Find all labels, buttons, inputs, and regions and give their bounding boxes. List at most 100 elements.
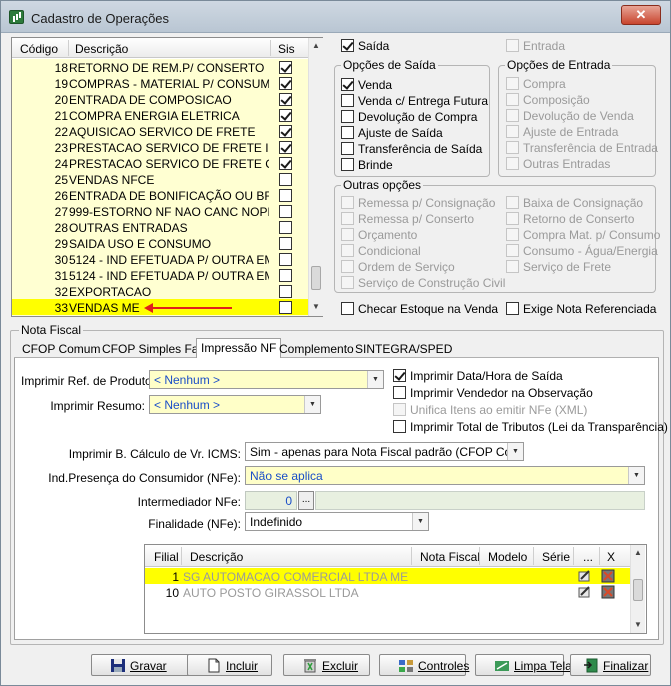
saida-opt-4-checkbox[interactable] [341,142,354,155]
checar-estoque-checkbox[interactable] [341,302,354,315]
column-filial[interactable]: Filial [154,550,179,564]
scroll-thumb[interactable] [633,579,643,601]
scroll-thumb[interactable] [311,266,321,290]
operation-row[interactable]: 22 AQUISICAO SERVICO DE FRETE [12,123,308,139]
operation-sis-checkbox[interactable] [279,157,292,170]
operation-sis-checkbox[interactable] [279,141,292,154]
entrada-opt-0-checkbox[interactable] [506,77,519,90]
operation-row[interactable]: 19 COMPRAS - MATERIAL P/ CONSUMO [12,75,308,91]
tab-complemento[interactable]: Complemento [279,342,354,358]
operation-row[interactable]: 32 EXPORTACAO [12,283,308,299]
filiais-scrollbar[interactable]: ▲ ▼ [630,545,645,633]
column-descricao[interactable]: Descrição [75,42,128,56]
outras-right-2-checkbox[interactable] [506,228,519,241]
column-sis[interactable]: Sis [278,42,295,56]
saida-opt-5-checkbox[interactable] [341,158,354,171]
operation-row[interactable]: 25 VENDAS NFCE [12,171,308,187]
operation-row[interactable]: 29 SAIDA USO E CONSUMO [12,235,308,251]
finalizar-button[interactable]: Finalizar [570,654,651,676]
entrada-opt-1-checkbox[interactable] [506,93,519,106]
presenca-combo[interactable]: Não se aplica ▼ [245,466,645,485]
saida-opt-2-checkbox[interactable] [341,110,354,123]
operation-row[interactable]: 31 5124 - IND EFETUADA P/ OUTRA EMPF [12,267,308,283]
excluir-button[interactable]: Excluir [283,654,370,676]
saida-opt-0-checkbox[interactable] [341,78,354,91]
print-check-3-checkbox[interactable] [393,420,406,433]
ref-produtos-combo[interactable]: < Nenhum > ▼ [149,370,384,389]
delete-icon[interactable] [600,569,616,583]
gravar-button[interactable]: Gravar [91,654,192,676]
bcalculo-combo[interactable]: Sim - apenas para Nota Fiscal padrão (CF… [245,442,524,461]
filial-row[interactable]: 1 SG AUTOMACAO COMERCIAL LTDA ME [145,568,630,584]
operation-sis-checkbox[interactable] [279,109,292,122]
tab-cfop-simples[interactable]: CFOP Simples Fat. [102,342,205,358]
scroll-up-icon[interactable]: ▲ [631,545,645,560]
saida-opt-3-checkbox[interactable] [341,126,354,139]
column-delete[interactable]: X [607,550,615,564]
operation-row[interactable]: 33 VENDAS ME [12,299,308,315]
filial-row[interactable]: 10 AUTO POSTO GIRASSOL LTDA [145,584,630,600]
operation-sis-checkbox[interactable] [279,301,292,314]
outras-right-3-checkbox[interactable] [506,244,519,257]
operation-row[interactable]: 24PRESTACAO SERVICO DE FRETE COM [12,155,308,171]
limpa-tela-button[interactable]: Limpa Tela [475,654,572,676]
saida-checkbox[interactable] [341,39,354,52]
operation-row[interactable]: 30 5124 - IND EFETUADA P/ OUTRA EMPF [12,251,308,267]
entrada-opt-2-checkbox[interactable] [506,109,519,122]
edit-notes-icon[interactable] [577,569,593,583]
operation-sis-checkbox[interactable] [279,221,292,234]
resumo-combo[interactable]: < Nenhum > ▼ [149,395,321,414]
operation-row[interactable]: 20 ENTRADA DE COMPOSICAO [12,91,308,107]
scroll-up-icon[interactable]: ▲ [309,38,323,53]
operation-row[interactable]: 28 OUTRAS ENTRADAS [12,219,308,235]
operation-row[interactable]: 27999-ESTORNO NF NAO CANC NOPRAZ [12,203,308,219]
delete-icon[interactable] [600,585,616,599]
outras-left-4-checkbox[interactable] [341,260,354,273]
edit-notes-icon[interactable] [577,585,593,599]
entrada-checkbox[interactable] [506,39,519,52]
operation-sis-checkbox[interactable] [279,269,292,282]
tab-sintegra-sped[interactable]: SINTEGRA/SPED [355,342,452,358]
intermediador-lookup-button[interactable]: ... [298,491,314,510]
operation-sis-checkbox[interactable] [279,61,292,74]
column-more[interactable]: ... [583,550,593,564]
outras-left-1-checkbox[interactable] [341,212,354,225]
outras-left-3-checkbox[interactable] [341,244,354,257]
outras-left-0-checkbox[interactable] [341,196,354,209]
print-check-2-checkbox[interactable] [393,403,406,416]
outras-right-0-checkbox[interactable] [506,196,519,209]
operation-row[interactable]: 23 PRESTACAO SERVICO DE FRETE IND. [12,139,308,155]
entrada-opt-4-checkbox[interactable] [506,141,519,154]
exige-nota-checkbox[interactable] [506,302,519,315]
outras-left-2-checkbox[interactable] [341,228,354,241]
print-check-0-checkbox[interactable] [393,369,406,382]
column-codigo[interactable]: Código [20,42,58,56]
tab-impressao-nf[interactable]: Impressão NF [196,338,282,359]
column-nota-fiscal[interactable]: Nota Fiscal [420,550,480,564]
operation-sis-checkbox[interactable] [279,253,292,266]
operation-sis-checkbox[interactable] [279,77,292,90]
operation-row[interactable]: 26ENTRADA DE BONIFICAÇÃO OU BRIND [12,187,308,203]
operation-sis-checkbox[interactable] [279,285,292,298]
outras-right-4-checkbox[interactable] [506,260,519,273]
operation-sis-checkbox[interactable] [279,125,292,138]
tab-cfop-comum[interactable]: CFOP Comum [22,342,100,358]
close-button[interactable]: ✕ [621,5,661,25]
entrada-opt-5-checkbox[interactable] [506,157,519,170]
operation-row[interactable]: 21 COMPRA ENERGIA ELETRICA [12,107,308,123]
column-serie[interactable]: Série [542,550,570,564]
incluir-button[interactable]: Incluir [187,654,272,676]
finalidade-combo[interactable]: Indefinido ▼ [245,512,429,531]
intermediador-field[interactable]: 0 [245,491,297,510]
operation-sis-checkbox[interactable] [279,93,292,106]
operation-sis-checkbox[interactable] [279,205,292,218]
operation-row[interactable]: 18 RETORNO DE REM.P/ CONSERTO [12,59,308,75]
print-check-1-checkbox[interactable] [393,386,406,399]
operations-scrollbar[interactable]: ▲ ▼ [308,38,323,316]
outras-right-1-checkbox[interactable] [506,212,519,225]
operation-sis-checkbox[interactable] [279,189,292,202]
operation-sis-checkbox[interactable] [279,173,292,186]
entrada-opt-3-checkbox[interactable] [506,125,519,138]
scroll-down-icon[interactable]: ▼ [309,299,323,314]
outras-left-5-checkbox[interactable] [341,276,354,289]
